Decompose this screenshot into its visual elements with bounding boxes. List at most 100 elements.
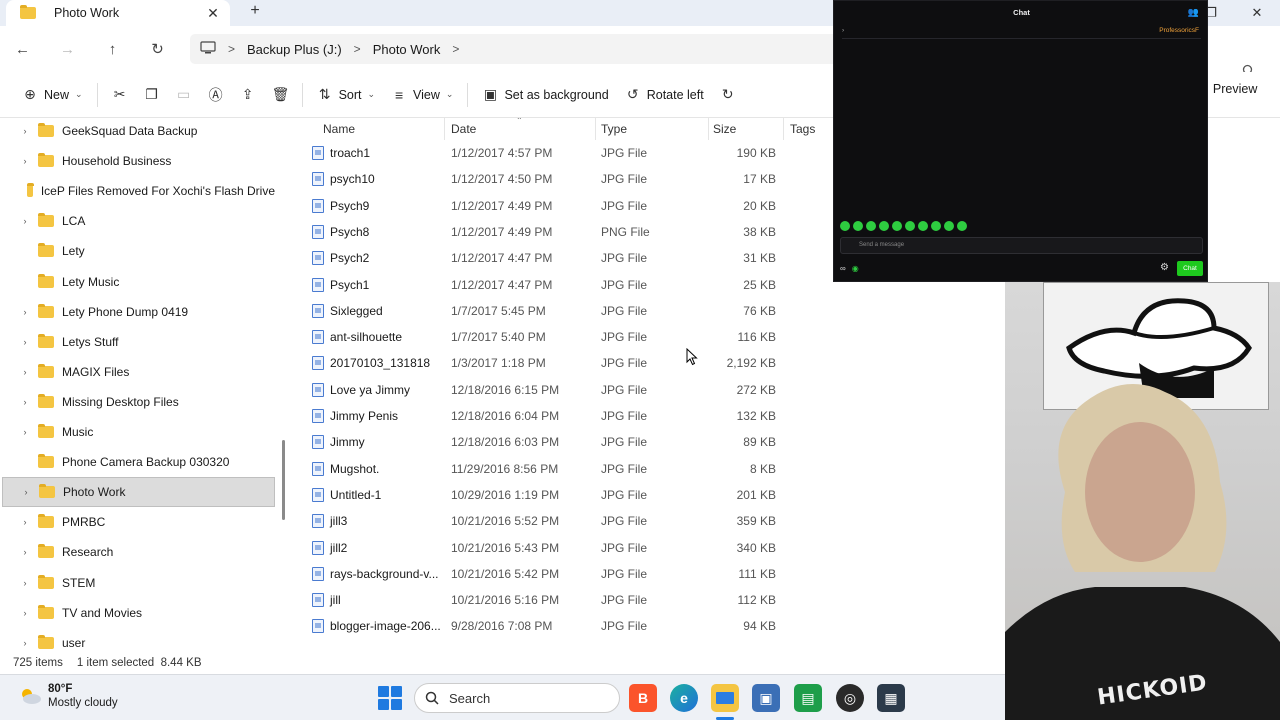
- sidebar-item[interactable]: › STEM: [2, 568, 275, 598]
- sidebar-item[interactable]: › LCA: [2, 206, 275, 236]
- emote-icon[interactable]: [931, 221, 941, 231]
- sidebar-item[interactable]: › MAGIX Files: [2, 357, 275, 387]
- delete-button[interactable]: 🗑: [264, 79, 296, 111]
- emote-icon[interactable]: [944, 221, 954, 231]
- file-row[interactable]: Jimmy Penis 12/18/2016 6:04 PM JPG File 132…: [290, 403, 834, 429]
- chevron-right-icon[interactable]: ›: [16, 578, 34, 588]
- file-row[interactable]: blogger-image-206... 9/28/2016 7:08 PM JPG…: [290, 613, 834, 639]
- refresh-icon[interactable]: ↻: [135, 26, 180, 72]
- photo-app-icon[interactable]: ▣: [752, 684, 780, 712]
- chevron-right-icon[interactable]: ›: [16, 638, 34, 648]
- emote-icon[interactable]: [879, 221, 889, 231]
- emote-icon[interactable]: [853, 221, 863, 231]
- sidebar-item[interactable]: › Music: [2, 417, 275, 447]
- sidebar-item[interactable]: › Research: [2, 537, 275, 567]
- chevron-right-icon[interactable]: ›: [16, 337, 34, 347]
- breadcrumb-folder[interactable]: Photo Work: [373, 42, 441, 57]
- sidebar-scrollbar[interactable]: [282, 440, 285, 520]
- share-button[interactable]: ⇪: [232, 79, 264, 111]
- sort-button[interactable]: ⇅ Sort ⌄: [309, 79, 383, 111]
- column-header-name[interactable]: Name: [323, 122, 355, 136]
- chat-points-icon[interactable]: ∞ ◉: [840, 264, 859, 273]
- copy-button[interactable]: ❐: [136, 79, 168, 111]
- file-row[interactable]: Sixlegged 1/7/2017 5:45 PM JPG File 76 KB: [290, 298, 834, 324]
- view-button[interactable]: ≡ View ⌄: [383, 79, 461, 111]
- chat-send-button[interactable]: Chat: [1177, 261, 1203, 276]
- back-arrow-icon[interactable]: ←: [0, 26, 45, 72]
- chat-app-icon[interactable]: ▦: [877, 684, 905, 712]
- chevron-right-icon[interactable]: ›: [16, 517, 34, 527]
- file-row[interactable]: rays-background-v... 10/21/2016 5:42 PM JP…: [290, 561, 834, 587]
- spreadsheet-app-icon[interactable]: ▤: [794, 684, 822, 712]
- emote-icon[interactable]: [840, 221, 850, 231]
- sidebar-item[interactable]: Phone Camera Backup 030320: [2, 447, 275, 477]
- file-row[interactable]: Love ya Jimmy 12/18/2016 6:15 PM JPG File 2…: [290, 377, 834, 403]
- chevron-right-icon[interactable]: ›: [17, 487, 35, 497]
- sidebar-item[interactable]: › TV and Movies: [2, 598, 275, 628]
- emote-icon[interactable]: [905, 221, 915, 231]
- set-background-button[interactable]: ▣ Set as background: [474, 79, 616, 111]
- file-row[interactable]: psych10 1/12/2017 4:50 PM JPG File 17 KB: [290, 166, 834, 192]
- chevron-right-icon[interactable]: ›: [16, 367, 34, 377]
- file-row[interactable]: jill2 10/21/2016 5:43 PM JPG File 340 KB: [290, 535, 834, 561]
- sidebar-item[interactable]: › Missing Desktop Files: [2, 387, 275, 417]
- brave-browser-icon[interactable]: B: [629, 684, 657, 712]
- sidebar-item[interactable]: › Household Business: [2, 146, 275, 176]
- rename-button[interactable]: Ⓐ: [200, 79, 232, 111]
- column-header-date[interactable]: Date: [451, 122, 476, 136]
- file-row[interactable]: 20170103_131818 1/3/2017 1:18 PM JPG File 2…: [290, 350, 834, 376]
- rotate-right-button[interactable]: ↻: [712, 79, 744, 111]
- file-row[interactable]: Psych9 1/12/2017 4:49 PM JPG File 20 KB: [290, 193, 834, 219]
- sidebar-item[interactable]: › user: [2, 628, 275, 652]
- file-row[interactable]: Untitled-1 10/29/2016 1:19 PM JPG File 201 …: [290, 482, 834, 508]
- column-header-tags[interactable]: Tags: [790, 122, 815, 136]
- emote-icon[interactable]: [892, 221, 902, 231]
- file-row[interactable]: jill3 10/21/2016 5:52 PM JPG File 359 KB: [290, 508, 834, 534]
- preview-button[interactable]: ▯ Preview: [1200, 82, 1257, 97]
- chevron-right-icon[interactable]: ›: [16, 427, 34, 437]
- windows-start-icon[interactable]: [378, 686, 402, 710]
- tab-photo-work[interactable]: Photo Work ✕: [6, 0, 230, 26]
- file-row[interactable]: Psych1 1/12/2017 4:47 PM JPG File 25 KB: [290, 272, 834, 298]
- up-arrow-icon[interactable]: ↑: [90, 26, 135, 72]
- user-icon[interactable]: 👥: [1188, 7, 1199, 18]
- sidebar-item[interactable]: › Photo Work: [2, 477, 275, 508]
- close-window-icon[interactable]: ✕: [1234, 0, 1280, 26]
- weather-widget[interactable]: 80°F Mostly cloudy: [18, 682, 118, 710]
- forward-arrow-icon[interactable]: →: [45, 26, 90, 72]
- chevron-right-icon[interactable]: ›: [16, 126, 34, 136]
- file-row[interactable]: Mugshot. 11/29/2016 8:56 PM JPG File 8 KB: [290, 456, 834, 482]
- emote-icon[interactable]: [866, 221, 876, 231]
- gear-icon[interactable]: ⚙: [1160, 262, 1169, 273]
- file-row[interactable]: troach1 1/12/2017 4:57 PM JPG File 190 KB: [290, 140, 834, 166]
- file-explorer-icon[interactable]: [711, 684, 739, 712]
- obs-studio-icon[interactable]: ◎: [836, 684, 864, 712]
- chevron-right-icon[interactable]: ›: [16, 307, 34, 317]
- chevron-right-icon[interactable]: ›: [16, 547, 34, 557]
- sidebar-item[interactable]: › PMRBC: [2, 507, 275, 537]
- sidebar-item[interactable]: › Letys Stuff: [2, 327, 275, 357]
- column-header-type[interactable]: Type: [601, 122, 627, 136]
- paste-button[interactable]: ▭: [168, 79, 200, 111]
- file-row[interactable]: Psych8 1/12/2017 4:49 PM PNG File 38 KB: [290, 219, 834, 245]
- file-row[interactable]: Jimmy 12/18/2016 6:03 PM JPG File 89 KB: [290, 429, 834, 455]
- sidebar-item[interactable]: Lety: [2, 236, 275, 266]
- sidebar-item[interactable]: IceP Files Removed For Xochi's Flash Dri…: [2, 176, 275, 206]
- column-header-size[interactable]: Size: [713, 122, 736, 136]
- new-tab-button[interactable]: +: [244, 2, 266, 22]
- chevron-right-icon[interactable]: ›: [16, 216, 34, 226]
- file-row[interactable]: jill 10/21/2016 5:16 PM JPG File 112 KB: [290, 587, 834, 613]
- emote-icon[interactable]: [957, 221, 967, 231]
- breadcrumb-drive[interactable]: Backup Plus (J:): [247, 42, 342, 57]
- sidebar-item[interactable]: Lety Music: [2, 267, 275, 297]
- chevron-right-icon[interactable]: ›: [16, 608, 34, 618]
- sidebar-item[interactable]: › Lety Phone Dump 0419: [2, 297, 275, 327]
- edge-browser-icon[interactable]: e: [670, 684, 698, 712]
- rotate-left-button[interactable]: ↺ Rotate left: [617, 79, 712, 111]
- chevron-right-icon[interactable]: ›: [16, 156, 34, 166]
- cut-button[interactable]: ✂: [104, 79, 136, 111]
- emote-icon[interactable]: [918, 221, 928, 231]
- file-row[interactable]: ant-silhouette 1/7/2017 5:40 PM JPG File 11…: [290, 324, 834, 350]
- chat-input[interactable]: Send a message: [840, 237, 1203, 254]
- taskbar-search[interactable]: Search: [414, 683, 620, 713]
